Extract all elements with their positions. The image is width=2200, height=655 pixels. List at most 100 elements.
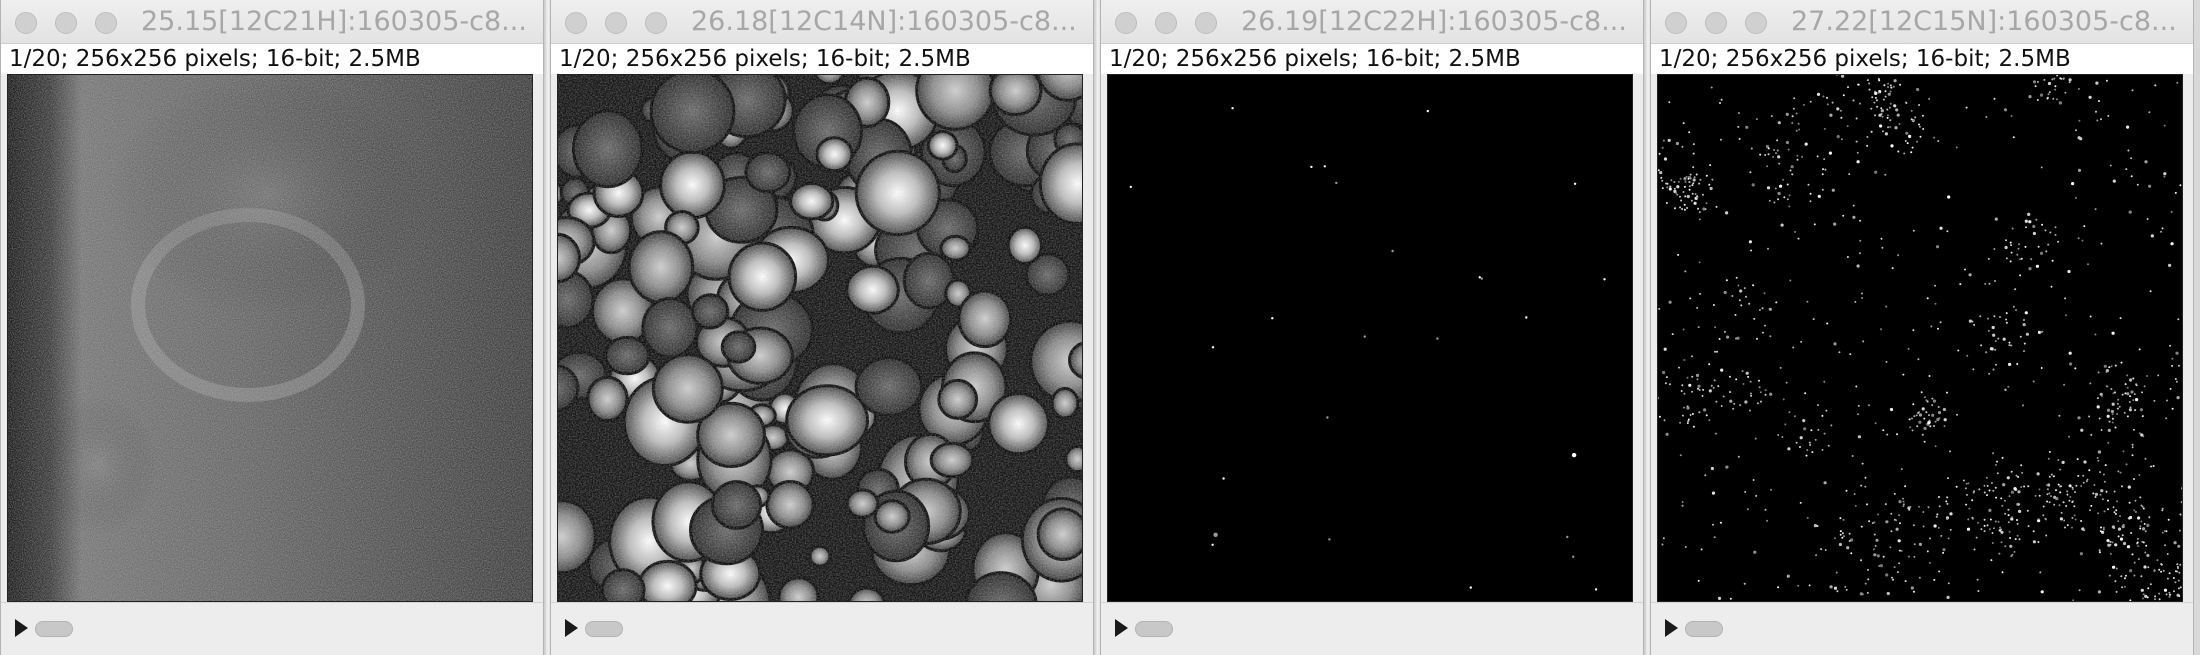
signal-dot <box>2142 507 2145 510</box>
zoom-button-icon[interactable] <box>1195 12 1217 34</box>
signal-dot <box>1714 432 1717 435</box>
signal-dot <box>1669 383 1671 386</box>
signal-dot <box>1831 188 1835 192</box>
signal-dot <box>1947 477 1949 480</box>
signal-dot <box>2098 549 2101 552</box>
play-icon[interactable] <box>565 619 578 637</box>
signal-dot <box>1852 204 1855 207</box>
signal-dot <box>2180 501 2182 504</box>
signal-dot <box>1678 366 1680 369</box>
signal-dot <box>1873 533 1876 536</box>
stack-slider-thumb[interactable] <box>1135 621 1173 637</box>
signal-dot <box>1798 128 1801 131</box>
signal-dot <box>2082 481 2085 484</box>
signal-dot <box>1767 147 1770 150</box>
signal-dot <box>2004 545 2007 548</box>
signal-dot <box>1709 164 1712 167</box>
signal-dot <box>1985 476 1988 479</box>
minimize-button-icon[interactable] <box>55 12 77 34</box>
signal-dot <box>1833 222 1837 226</box>
signal-dot <box>2173 541 2177 545</box>
stack-slider-thumb[interactable] <box>1685 621 1723 637</box>
signal-dot <box>1817 194 1821 198</box>
signal-dot <box>1683 359 1686 361</box>
minimize-button-icon[interactable] <box>1705 12 1727 34</box>
signal-dot <box>2143 565 2147 569</box>
signal-dot <box>1774 187 1777 190</box>
signal-dot <box>1668 300 1672 304</box>
play-icon[interactable] <box>15 619 28 637</box>
signal-dot <box>1712 523 1714 526</box>
signal-dot <box>1844 585 1847 588</box>
signal-dot <box>1857 83 1860 86</box>
image-window-3[interactable]: 26.19[12C22H]:160305-c8... 1/20; 256x256… <box>1100 0 1644 655</box>
signal-dot <box>1808 584 1811 587</box>
minimize-button-icon[interactable] <box>605 12 627 34</box>
image-canvas[interactable] <box>557 74 1083 602</box>
signal-dot <box>1926 297 1929 300</box>
image-window-4[interactable]: 27.22[12C15N]:160305-c8... 1/20; 256x256… <box>1650 0 2194 655</box>
window-titlebar[interactable]: 27.22[12C15N]:160305-c8... <box>1651 0 2193 44</box>
signal-dot <box>1868 88 1871 91</box>
signal-dot <box>2048 91 2051 94</box>
image-canvas[interactable] <box>7 74 533 602</box>
window-titlebar[interactable]: 26.18[12C14N]:160305-c8... <box>551 0 1093 44</box>
signal-dot <box>2131 89 2134 92</box>
signal-dot <box>1964 487 1967 490</box>
signal-dot <box>2106 414 2110 418</box>
zoom-button-icon[interactable] <box>1745 12 1767 34</box>
play-icon[interactable] <box>1665 619 1678 637</box>
signal-dot <box>1817 404 1819 407</box>
signal-dot <box>2037 245 2040 248</box>
close-button-icon[interactable] <box>565 12 587 34</box>
window-titlebar[interactable]: 26.19[12C22H]:160305-c8... <box>1101 0 1643 44</box>
signal-dot <box>1784 423 1787 426</box>
signal-dot <box>1921 407 1925 411</box>
signal-dot <box>1836 107 1840 111</box>
signal-dot <box>1927 506 1930 509</box>
play-icon[interactable] <box>1115 619 1128 637</box>
signal-dot <box>1904 485 1907 488</box>
signal-dot <box>2163 175 2166 178</box>
signal-dot <box>1912 329 1915 332</box>
signal-dot <box>1873 521 1876 524</box>
signal-dot <box>1896 571 1899 574</box>
signal-dot <box>2100 394 2103 397</box>
signal-dot <box>1848 532 1851 535</box>
signal-dot <box>2098 417 2101 420</box>
close-button-icon[interactable] <box>1115 12 1137 34</box>
signal-dot <box>1662 139 1665 142</box>
image-canvas[interactable] <box>1657 74 2183 602</box>
stack-slider-thumb[interactable] <box>35 621 73 637</box>
signal-dot <box>2174 581 2177 584</box>
signal-dot <box>2046 484 2049 487</box>
stack-slider-thumb[interactable] <box>585 621 623 637</box>
zoom-button-icon[interactable] <box>645 12 667 34</box>
signal-dot <box>1942 551 1945 554</box>
close-button-icon[interactable] <box>1665 12 1687 34</box>
window-titlebar[interactable]: 25.15[12C21H]:160305-c8... <box>1 0 543 44</box>
image-window-2[interactable]: 26.18[12C14N]:160305-c8... 1/20; 256x256… <box>550 0 1094 655</box>
close-button-icon[interactable] <box>15 12 37 34</box>
signal-dot <box>1857 435 1861 439</box>
image-window-1[interactable]: 25.15[12C21H]:160305-c8... 1/20; 256x256… <box>0 0 544 655</box>
signal-dot <box>1833 586 1838 590</box>
signal-dot <box>1937 406 1940 408</box>
signal-dot <box>1681 145 1684 148</box>
signal-dot <box>1683 185 1686 188</box>
minimize-button-icon[interactable] <box>1155 12 1177 34</box>
signal-dot <box>1920 391 1923 394</box>
signal-dot <box>1796 158 1799 161</box>
signal-dot <box>1689 173 1692 176</box>
signal-dot <box>1756 402 1759 405</box>
signal-dot <box>2135 398 2139 402</box>
signal-dot <box>1792 346 1795 349</box>
signal-dot <box>2030 258 2033 261</box>
signal-dot <box>1910 151 1913 154</box>
signal-dot <box>2106 539 2110 543</box>
signal-dot <box>1777 198 1780 201</box>
signal-dot <box>1890 512 1893 515</box>
zoom-button-icon[interactable] <box>95 12 117 34</box>
image-canvas[interactable] <box>1107 74 1633 602</box>
signal-dot <box>2175 380 2178 383</box>
